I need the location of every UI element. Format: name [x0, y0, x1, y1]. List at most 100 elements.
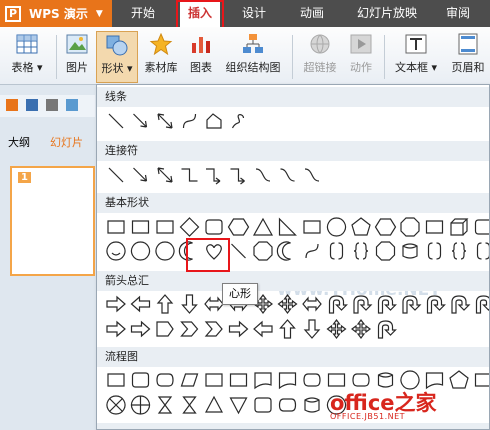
bracket-shape-icon[interactable]	[427, 242, 442, 260]
hourglass-shape-icon[interactable]	[157, 396, 173, 414]
brace-shape-icon[interactable]	[451, 242, 467, 260]
hyperlink-button[interactable]: 超链接	[298, 31, 342, 83]
rarrow-shape-icon[interactable]	[106, 320, 126, 338]
hex-shape-icon[interactable]	[227, 218, 250, 236]
line-shape-icon[interactable]	[231, 243, 246, 259]
quad-shape-icon[interactable]	[277, 294, 298, 314]
lrarrow-shape-icon[interactable]	[302, 296, 322, 312]
rect-shape-icon[interactable]	[425, 220, 444, 234]
oct-shape-icon[interactable]	[375, 241, 396, 261]
print-icon[interactable]	[46, 99, 58, 111]
uarrow-shape-icon[interactable]	[279, 319, 296, 339]
rect-shape-icon[interactable]	[303, 220, 321, 234]
org-chart-button[interactable]: 组织结构图	[220, 31, 286, 83]
scribble-shape-icon[interactable]	[231, 114, 245, 129]
elbowarrow-shape-icon[interactable]	[206, 168, 221, 185]
moon-shape-icon[interactable]	[178, 241, 193, 261]
tab-animation[interactable]: 动画	[290, 0, 334, 27]
curveconn-shape-icon[interactable]	[304, 168, 320, 182]
round-shape-icon[interactable]	[131, 372, 150, 388]
arrowline-shape-icon[interactable]	[133, 167, 148, 182]
tab-home[interactable]: 开始	[118, 0, 168, 27]
cyl-shape-icon[interactable]	[377, 372, 394, 388]
rect-shape-icon[interactable]	[474, 373, 490, 387]
curve-shape-icon[interactable]	[182, 113, 197, 129]
tab-review[interactable]: 审阅	[438, 0, 478, 27]
pent-shape-icon[interactable]	[351, 217, 371, 236]
uturn-shape-icon[interactable]	[451, 295, 471, 314]
uturn-shape-icon[interactable]	[328, 295, 348, 314]
tab-slides[interactable]: 幻灯片	[50, 134, 83, 150]
tab-slideshow[interactable]: 幻灯片放映	[350, 0, 424, 27]
rarrow-shape-icon[interactable]	[228, 320, 249, 338]
lrarrow-shape-icon[interactable]	[204, 296, 224, 312]
uturn-shape-icon[interactable]	[402, 295, 422, 314]
textbox-button[interactable]: 文本框 ▾	[390, 31, 442, 83]
term-shape-icon[interactable]	[352, 373, 370, 387]
uturn-shape-icon[interactable]	[377, 295, 397, 314]
process-shape-icon[interactable]	[107, 373, 125, 387]
line-shape-icon[interactable]	[108, 113, 124, 129]
round-shape-icon[interactable]	[254, 397, 272, 413]
table-button[interactable]: 表格 ▾	[6, 31, 48, 83]
doc-shape-icon[interactable]	[254, 372, 272, 390]
header-footer-button[interactable]: 页眉和	[446, 31, 490, 83]
line-shape-icon[interactable]	[108, 167, 124, 183]
dblarrow-shape-icon[interactable]	[157, 167, 173, 183]
uarrow-shape-icon[interactable]	[156, 294, 174, 314]
rarrow-shape-icon[interactable]	[130, 320, 151, 338]
term-shape-icon[interactable]	[278, 398, 297, 412]
curveconn-shape-icon[interactable]	[280, 168, 295, 182]
picture-button[interactable]: 图片	[60, 31, 94, 83]
freeform-shape-icon[interactable]	[206, 113, 222, 129]
oct-shape-icon[interactable]	[400, 217, 420, 237]
round-shape-icon[interactable]	[205, 219, 223, 235]
chev-shape-icon[interactable]	[204, 321, 223, 337]
rect-shape-icon[interactable]	[131, 220, 150, 234]
rtri-shape-icon[interactable]	[278, 217, 297, 236]
circle-shape-icon[interactable]	[155, 241, 175, 261]
rect-shape-icon[interactable]	[156, 220, 174, 234]
larrow-shape-icon[interactable]	[253, 320, 273, 338]
slide-thumbnail[interactable]: 1	[10, 166, 95, 276]
shape-button[interactable]: 形状 ▾	[96, 31, 138, 83]
diamond-shape-icon[interactable]	[179, 217, 200, 237]
extract-shape-icon[interactable]	[205, 395, 223, 413]
app-menu-button[interactable]: P WPS 演示 ▼	[0, 0, 112, 27]
rect-shape-icon[interactable]	[107, 220, 125, 234]
cube-shape-icon[interactable]	[450, 218, 469, 236]
smile-shape-icon[interactable]	[106, 241, 126, 261]
elbowarrow-shape-icon[interactable]	[230, 168, 245, 185]
darrow-shape-icon[interactable]	[303, 319, 321, 339]
uturn-shape-icon[interactable]	[353, 295, 373, 314]
hourglass-shape-icon[interactable]	[182, 396, 197, 414]
darrow-shape-icon[interactable]	[181, 294, 198, 314]
cyl-shape-icon[interactable]	[304, 397, 320, 413]
tri-shape-icon[interactable]	[252, 217, 274, 236]
quad-shape-icon[interactable]	[351, 319, 371, 339]
tab-design[interactable]: 设计	[232, 0, 276, 27]
bracket-shape-icon[interactable]	[329, 242, 344, 260]
penta-shape-icon[interactable]	[156, 321, 174, 337]
folder-icon[interactable]	[6, 99, 18, 111]
circle-shape-icon[interactable]	[326, 217, 347, 237]
process-shape-icon[interactable]	[205, 373, 223, 387]
moon-shape-icon[interactable]	[276, 241, 291, 261]
uturn-shape-icon[interactable]	[426, 295, 446, 314]
cyl-shape-icon[interactable]	[402, 243, 418, 259]
hex-shape-icon[interactable]	[374, 218, 397, 236]
circle-shape-icon[interactable]	[130, 241, 151, 261]
save-icon[interactable]	[26, 99, 38, 111]
uturn-shape-icon[interactable]	[377, 320, 397, 339]
sumj-shape-icon[interactable]	[106, 395, 126, 415]
doc-shape-icon[interactable]	[278, 372, 297, 390]
rect-shape-icon[interactable]	[229, 373, 248, 387]
doc-shape-icon[interactable]	[425, 372, 444, 390]
heart-shape-icon[interactable]	[206, 244, 222, 260]
bracket-shape-icon[interactable]	[476, 242, 490, 260]
curve-shape-icon[interactable]	[305, 243, 319, 259]
para-shape-icon[interactable]	[180, 373, 199, 387]
elbow-shape-icon[interactable]	[181, 168, 198, 182]
process-shape-icon[interactable]	[327, 373, 346, 387]
merge-shape-icon[interactable]	[229, 397, 248, 415]
